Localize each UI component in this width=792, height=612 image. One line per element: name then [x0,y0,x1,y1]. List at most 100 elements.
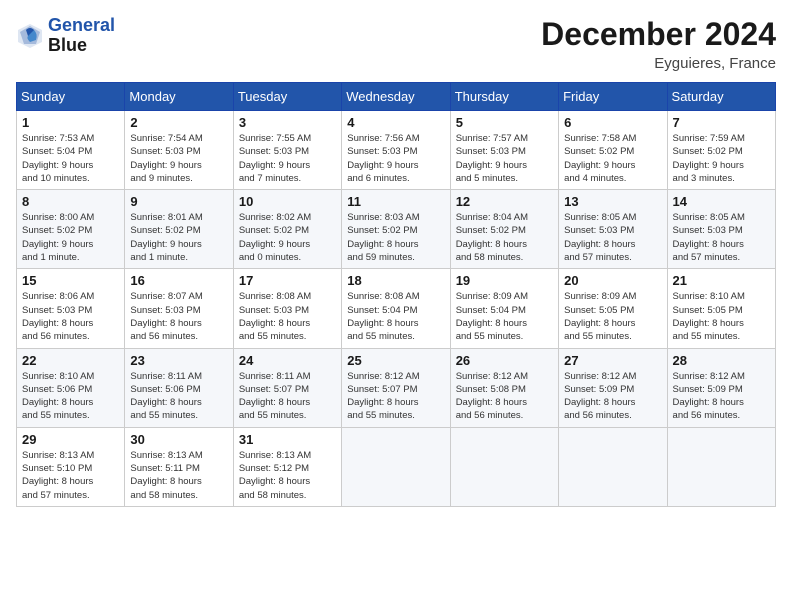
week-row-3: 15 Sunrise: 8:06 AM Sunset: 5:03 PM Dayli… [17,269,776,348]
day-info: Sunrise: 8:13 AM Sunset: 5:11 PM Dayligh… [130,449,227,502]
day-info: Sunrise: 8:12 AM Sunset: 5:08 PM Dayligh… [456,370,553,423]
calendar-cell [450,427,558,506]
day-info: Sunrise: 8:03 AM Sunset: 5:02 PM Dayligh… [347,211,444,264]
calendar-cell: 5Sunrise: 7:57 AM Sunset: 5:03 PM Daylig… [450,111,558,190]
calendar-cell: 29Sunrise: 8:13 AM Sunset: 5:10 PM Dayli… [17,427,125,506]
calendar-cell: 12 Sunrise: 8:04 AM Sunset: 5:02 PM Dayli… [450,190,558,269]
calendar-cell: 31 Sunrise: 8:13 AM Sunset: 5:12 PM Dayli… [233,427,341,506]
day-number: 28 [673,353,770,368]
day-number: 27 [564,353,661,368]
day-info: Sunrise: 7:56 AM Sunset: 5:03 PM Dayligh… [347,132,444,185]
logo: General Blue [16,16,115,56]
calendar-cell: 14Sunrise: 8:05 AM Sunset: 5:03 PM Dayli… [667,190,775,269]
calendar-cell: 11Sunrise: 8:03 AM Sunset: 5:02 PM Dayli… [342,190,450,269]
day-info: Sunrise: 8:05 AM Sunset: 5:03 PM Dayligh… [673,211,770,264]
day-number: 15 [22,273,119,288]
day-number: 19 [456,273,553,288]
weekday-sunday: Sunday [17,83,125,111]
calendar-cell: 2 Sunrise: 7:54 AM Sunset: 5:03 PM Daylig… [125,111,233,190]
day-number: 13 [564,194,661,209]
week-row-1: 1 Sunrise: 7:53 AM Sunset: 5:04 PM Daylig… [17,111,776,190]
day-info: Sunrise: 8:04 AM Sunset: 5:02 PM Dayligh… [456,211,553,264]
calendar-cell: 24 Sunrise: 8:11 AM Sunset: 5:07 PM Dayli… [233,348,341,427]
day-info: Sunrise: 8:00 AM Sunset: 5:02 PM Dayligh… [22,211,119,264]
month-year: December 2024 [541,16,776,53]
week-row-2: 8Sunrise: 8:00 AM Sunset: 5:02 PM Daylig… [17,190,776,269]
logo-line1: General [48,15,115,35]
day-info: Sunrise: 8:08 AM Sunset: 5:04 PM Dayligh… [347,290,444,343]
day-info: Sunrise: 8:02 AM Sunset: 5:02 PM Dayligh… [239,211,336,264]
day-number: 23 [130,353,227,368]
weekday-saturday: Saturday [667,83,775,111]
day-number: 18 [347,273,444,288]
day-number: 24 [239,353,336,368]
calendar-cell [342,427,450,506]
calendar-cell: 26 Sunrise: 8:12 AM Sunset: 5:08 PM Dayli… [450,348,558,427]
day-number: 7 [673,115,770,130]
calendar-cell: 6Sunrise: 7:58 AM Sunset: 5:02 PM Daylig… [559,111,667,190]
day-number: 4 [347,115,444,130]
weekday-header-row: SundayMondayTuesdayWednesdayThursdayFrid… [17,83,776,111]
day-number: 12 [456,194,553,209]
day-info: Sunrise: 8:13 AM Sunset: 5:10 PM Dayligh… [22,449,119,502]
calendar-cell [667,427,775,506]
calendar-cell: 13Sunrise: 8:05 AM Sunset: 5:03 PM Dayli… [559,190,667,269]
week-row-4: 22 Sunrise: 8:10 AM Sunset: 5:06 PM Dayli… [17,348,776,427]
calendar: SundayMondayTuesdayWednesdayThursdayFrid… [16,82,776,507]
weekday-tuesday: Tuesday [233,83,341,111]
calendar-cell: 28 Sunrise: 8:12 AM Sunset: 5:09 PM Dayli… [667,348,775,427]
calendar-cell: 19 Sunrise: 8:09 AM Sunset: 5:04 PM Dayli… [450,269,558,348]
calendar-cell: 7 Sunrise: 7:59 AM Sunset: 5:02 PM Daylig… [667,111,775,190]
day-info: Sunrise: 8:12 AM Sunset: 5:09 PM Dayligh… [673,370,770,423]
calendar-cell: 20Sunrise: 8:09 AM Sunset: 5:05 PM Dayli… [559,269,667,348]
calendar-cell: 22 Sunrise: 8:10 AM Sunset: 5:06 PM Dayli… [17,348,125,427]
week-row-5: 29Sunrise: 8:13 AM Sunset: 5:10 PM Dayli… [17,427,776,506]
day-info: Sunrise: 8:11 AM Sunset: 5:07 PM Dayligh… [239,370,336,423]
day-number: 6 [564,115,661,130]
day-info: Sunrise: 8:13 AM Sunset: 5:12 PM Dayligh… [239,449,336,502]
day-number: 21 [673,273,770,288]
logo-icon [16,22,44,50]
day-number: 22 [22,353,119,368]
weekday-monday: Monday [125,83,233,111]
calendar-cell: 8Sunrise: 8:00 AM Sunset: 5:02 PM Daylig… [17,190,125,269]
calendar-cell [559,427,667,506]
day-info: Sunrise: 7:59 AM Sunset: 5:02 PM Dayligh… [673,132,770,185]
day-number: 16 [130,273,227,288]
calendar-cell: 21 Sunrise: 8:10 AM Sunset: 5:05 PM Dayli… [667,269,775,348]
day-info: Sunrise: 7:55 AM Sunset: 5:03 PM Dayligh… [239,132,336,185]
day-info: Sunrise: 8:06 AM Sunset: 5:03 PM Dayligh… [22,290,119,343]
day-info: Sunrise: 8:10 AM Sunset: 5:05 PM Dayligh… [673,290,770,343]
calendar-cell: 15 Sunrise: 8:06 AM Sunset: 5:03 PM Dayli… [17,269,125,348]
logo-line2: Blue [48,36,115,56]
day-number: 3 [239,115,336,130]
weekday-thursday: Thursday [450,83,558,111]
calendar-cell: 4 Sunrise: 7:56 AM Sunset: 5:03 PM Daylig… [342,111,450,190]
day-info: Sunrise: 8:12 AM Sunset: 5:07 PM Dayligh… [347,370,444,423]
calendar-cell: 30Sunrise: 8:13 AM Sunset: 5:11 PM Dayli… [125,427,233,506]
day-info: Sunrise: 8:07 AM Sunset: 5:03 PM Dayligh… [130,290,227,343]
location: Eyguieres, France [541,55,776,72]
calendar-cell: 27 Sunrise: 8:12 AM Sunset: 5:09 PM Dayli… [559,348,667,427]
logo-text: General Blue [48,16,115,56]
day-number: 1 [22,115,119,130]
day-info: Sunrise: 7:53 AM Sunset: 5:04 PM Dayligh… [22,132,119,185]
day-info: Sunrise: 7:54 AM Sunset: 5:03 PM Dayligh… [130,132,227,185]
day-number: 20 [564,273,661,288]
day-number: 2 [130,115,227,130]
day-number: 25 [347,353,444,368]
calendar-cell: 10 Sunrise: 8:02 AM Sunset: 5:02 PM Dayli… [233,190,341,269]
day-number: 31 [239,432,336,447]
title-area: December 2024 Eyguieres, France [541,16,776,72]
weekday-friday: Friday [559,83,667,111]
day-number: 26 [456,353,553,368]
weekday-wednesday: Wednesday [342,83,450,111]
calendar-cell: 23Sunrise: 8:11 AM Sunset: 5:06 PM Dayli… [125,348,233,427]
day-info: Sunrise: 8:10 AM Sunset: 5:06 PM Dayligh… [22,370,119,423]
day-number: 10 [239,194,336,209]
calendar-cell: 1 Sunrise: 7:53 AM Sunset: 5:04 PM Daylig… [17,111,125,190]
day-info: Sunrise: 8:09 AM Sunset: 5:04 PM Dayligh… [456,290,553,343]
day-number: 17 [239,273,336,288]
calendar-cell: 3 Sunrise: 7:55 AM Sunset: 5:03 PM Daylig… [233,111,341,190]
day-info: Sunrise: 8:12 AM Sunset: 5:09 PM Dayligh… [564,370,661,423]
